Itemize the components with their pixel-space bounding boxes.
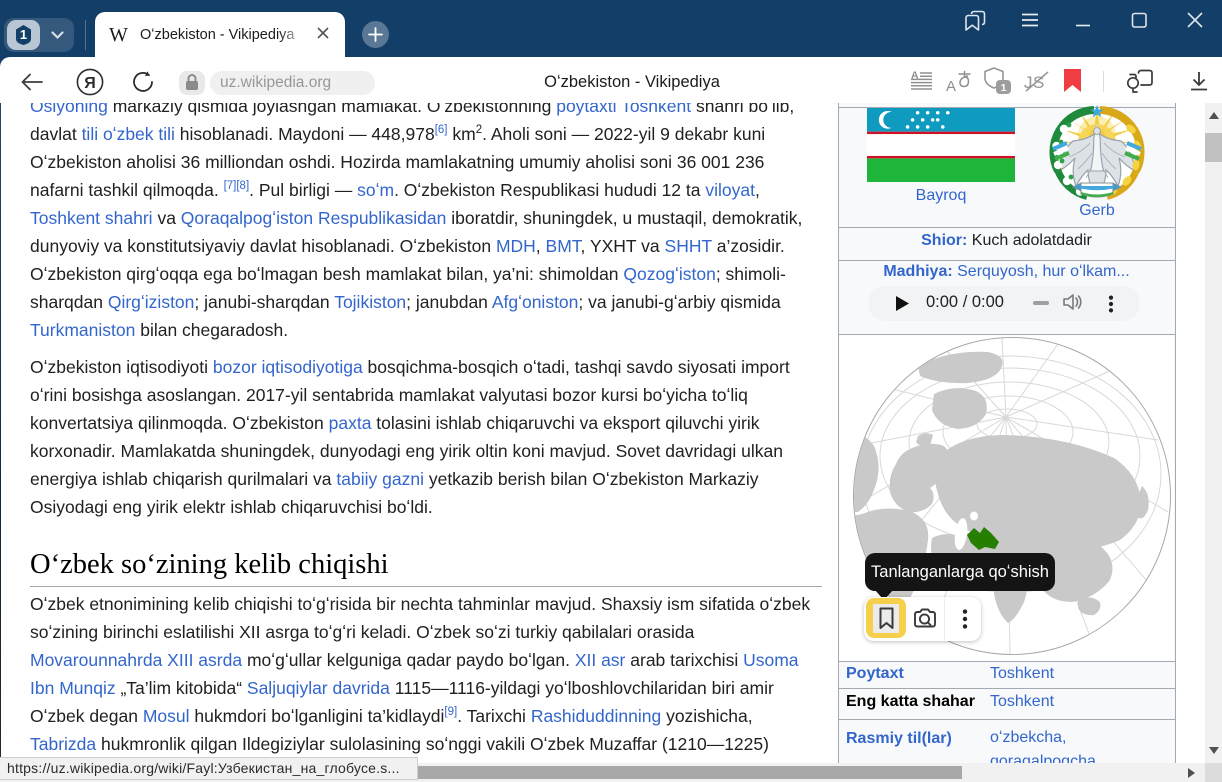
svg-text:A: A <box>946 78 956 92</box>
svg-text:A: A <box>911 71 919 82</box>
svg-text:Я: Я <box>84 75 96 92</box>
svg-text:1: 1 <box>1001 82 1007 94</box>
